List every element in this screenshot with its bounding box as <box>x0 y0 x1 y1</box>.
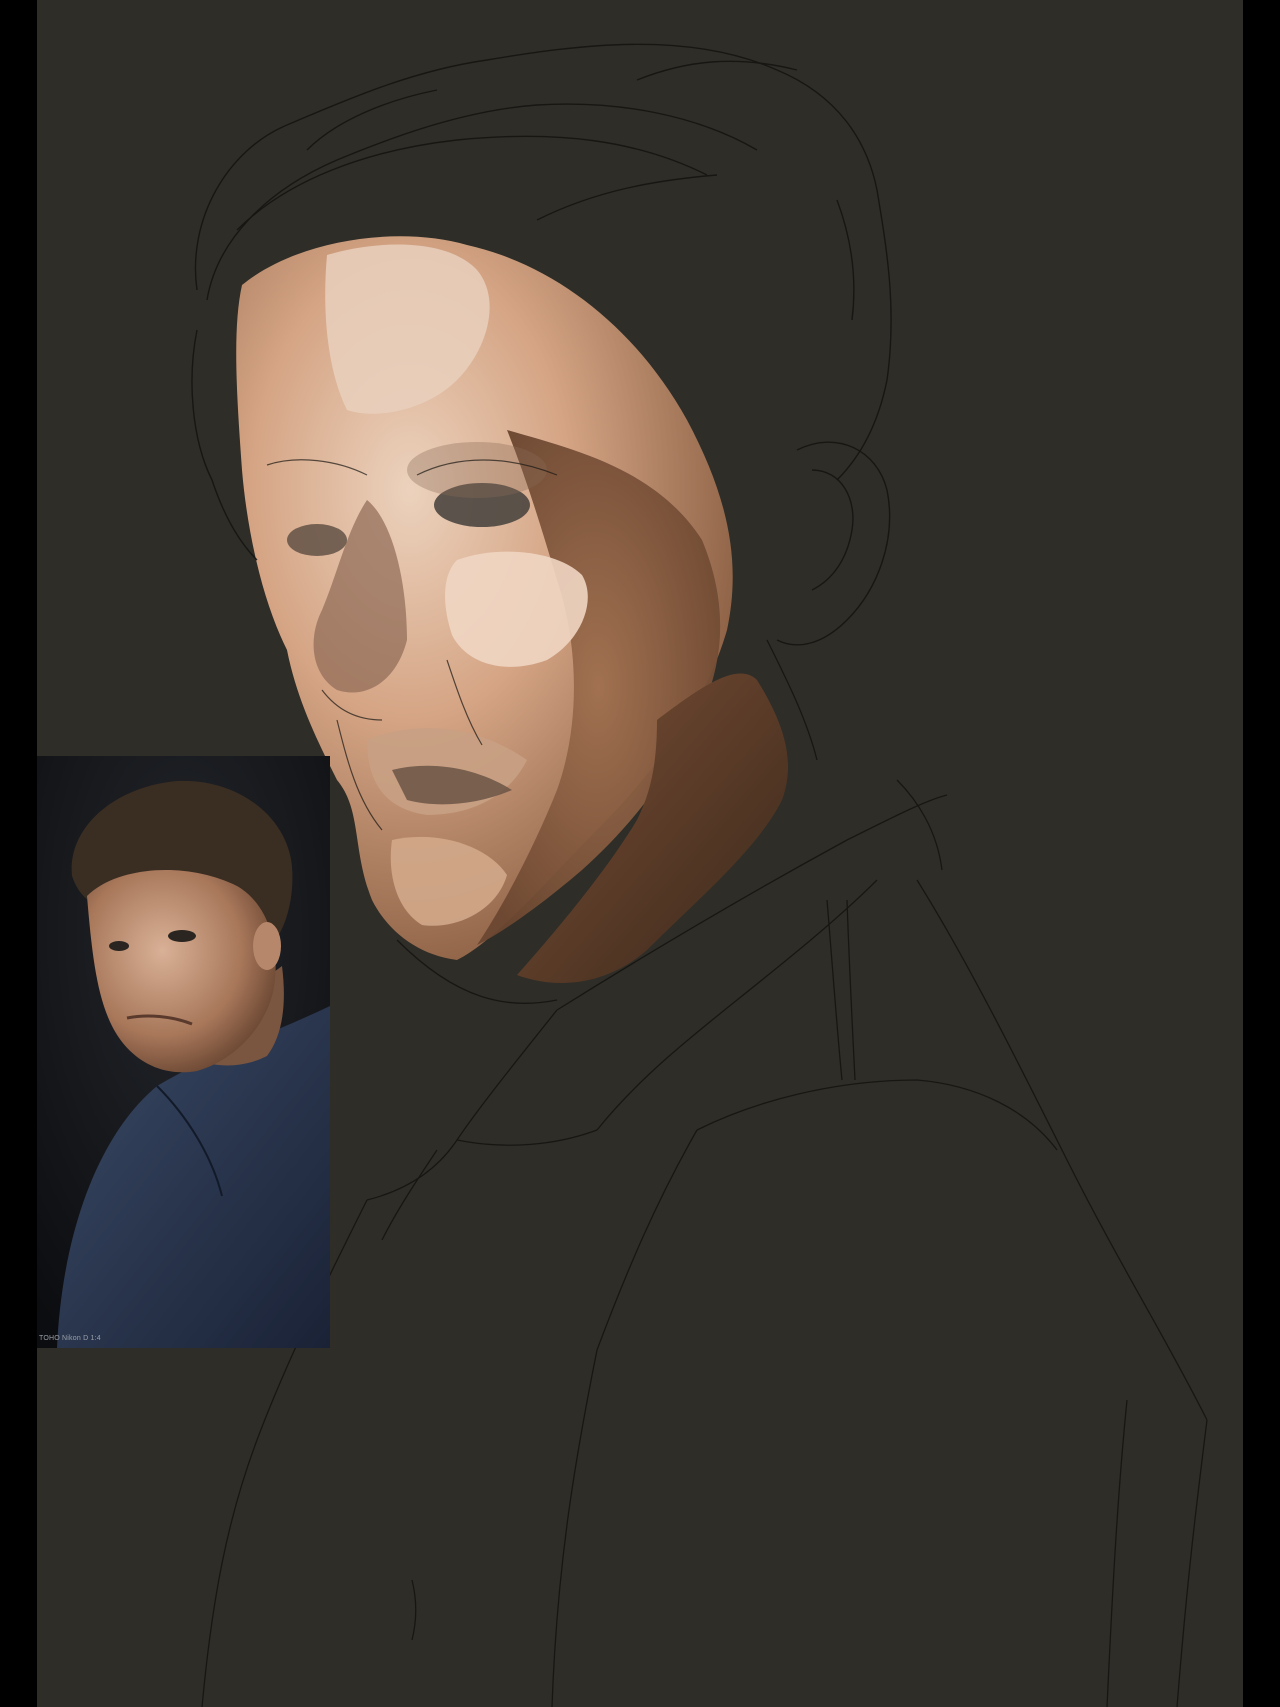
drawing-canvas[interactable]: TOHO Nikon D 1:4 <box>37 0 1243 1707</box>
reference-photo-icon <box>37 756 330 1348</box>
left-eye <box>287 524 347 556</box>
sketch-jacket <box>201 779 1208 1707</box>
app-stage: TOHO Nikon D 1:4 <box>0 0 1280 1707</box>
sketch-ear <box>776 441 891 646</box>
reference-photo[interactable]: TOHO Nikon D 1:4 <box>37 756 330 1348</box>
reference-caption: TOHO Nikon D 1:4 <box>39 1335 101 1342</box>
